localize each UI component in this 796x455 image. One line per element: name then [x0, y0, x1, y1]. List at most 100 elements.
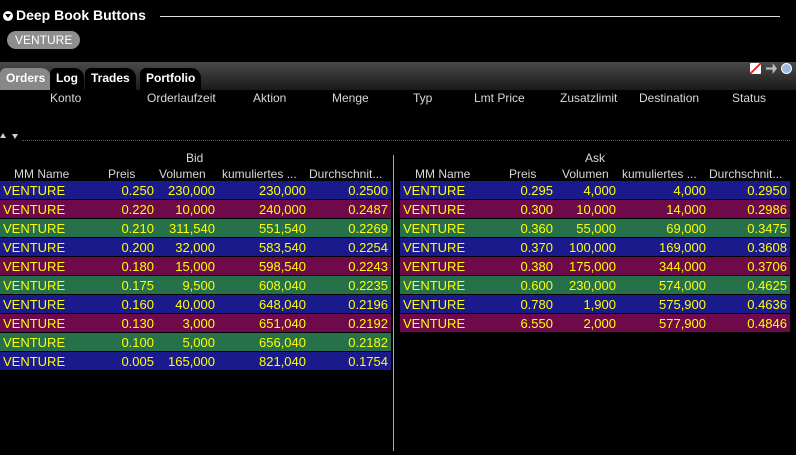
- bid-col-price[interactable]: Preis: [108, 167, 135, 181]
- bid-cell-mm-name: VENTURE: [3, 354, 66, 369]
- col-typ[interactable]: Typ: [413, 91, 432, 105]
- ask-row[interactable]: VENTURE 0.295 4,000 4,000 0.2950: [400, 181, 790, 200]
- bid-cell-volume: 3,000: [182, 316, 215, 331]
- bid-cell-cumulative: 656,040: [259, 335, 306, 350]
- bid-cell-average: 0.2254: [348, 240, 388, 255]
- ask-col-volume[interactable]: Volumen: [562, 167, 609, 181]
- bid-cell-volume: 230,000: [168, 183, 215, 198]
- ask-col-price[interactable]: Preis: [509, 167, 536, 181]
- bid-cell-cumulative: 651,040: [259, 316, 306, 331]
- bid-cell-volume: 5,000: [182, 335, 215, 350]
- ask-cell-cumulative: 344,000: [659, 259, 706, 274]
- help-icon[interactable]: [781, 63, 792, 74]
- bid-cell-price: 0.250: [121, 183, 154, 198]
- bid-col-mm[interactable]: MM Name: [14, 167, 69, 181]
- sort-down-icon[interactable]: [12, 134, 18, 139]
- book-divider[interactable]: [393, 155, 394, 451]
- ask-row[interactable]: VENTURE 0.300 10,000 14,000 0.2986: [400, 200, 790, 219]
- ask-book: VENTURE 0.295 4,000 4,000 0.2950 VENTURE 0.300…: [400, 181, 790, 333]
- bid-cell-cumulative: 230,000: [259, 183, 306, 198]
- ask-cell-price: 0.370: [520, 240, 553, 255]
- bid-cell-average: 0.2182: [348, 335, 388, 350]
- ask-cell-volume: 55,000: [576, 221, 616, 236]
- bid-cell-mm-name: VENTURE: [3, 278, 66, 293]
- ask-cell-cumulative: 4,000: [673, 183, 706, 198]
- col-destination[interactable]: Destination: [639, 91, 699, 105]
- bid-row[interactable]: VENTURE 0.210 311,540 551,540 0.2269: [0, 219, 391, 238]
- clear-icon[interactable]: [750, 63, 761, 74]
- bid-col-avg[interactable]: Durchschnit...: [309, 167, 382, 181]
- ask-row[interactable]: VENTURE 0.600 230,000 574,000 0.4625: [400, 276, 790, 295]
- ask-row[interactable]: VENTURE 0.380 175,000 344,000 0.3706: [400, 257, 790, 276]
- bid-cell-volume: 15,000: [175, 259, 215, 274]
- ask-cell-volume: 230,000: [569, 278, 616, 293]
- tab-portfolio[interactable]: Portfolio: [140, 68, 202, 90]
- ask-cell-average: 0.2950: [747, 183, 787, 198]
- bid-col-cum[interactable]: kumuliertes ...: [222, 167, 297, 181]
- ask-cell-mm-name: VENTURE: [403, 221, 466, 236]
- bid-cell-cumulative: 608,040: [259, 278, 306, 293]
- ask-cell-price: 0.780: [520, 297, 553, 312]
- ask-row[interactable]: VENTURE 6.550 2,000 577,900 0.4846: [400, 314, 790, 333]
- bid-cell-average: 0.2235: [348, 278, 388, 293]
- title-rule: [160, 16, 780, 17]
- bid-cell-mm-name: VENTURE: [3, 221, 66, 236]
- ask-col-mm[interactable]: MM Name: [415, 167, 470, 181]
- col-aktion[interactable]: Aktion: [253, 91, 286, 105]
- bid-cell-volume: 165,000: [168, 354, 215, 369]
- ask-cell-mm-name: VENTURE: [403, 297, 466, 312]
- ask-row[interactable]: VENTURE 0.780 1,900 575,900 0.4636: [400, 295, 790, 314]
- ask-cell-cumulative: 14,000: [666, 202, 706, 217]
- symbol-button[interactable]: VENTURE: [7, 31, 81, 49]
- bid-row[interactable]: VENTURE 0.200 32,000 583,540 0.2254: [0, 238, 391, 257]
- ask-col-avg[interactable]: Durchschnit...: [709, 167, 782, 181]
- bid-row[interactable]: VENTURE 0.180 15,000 598,540 0.2243: [0, 257, 391, 276]
- bid-row[interactable]: VENTURE 0.175 9,500 608,040 0.2235: [0, 276, 391, 295]
- sort-up-icon[interactable]: [0, 133, 6, 138]
- bid-cell-price: 0.180: [121, 259, 154, 274]
- ask-cell-volume: 1,900: [583, 297, 616, 312]
- bid-row[interactable]: VENTURE 0.130 3,000 651,040 0.2192: [0, 314, 391, 333]
- bid-row[interactable]: VENTURE 0.220 10,000 240,000 0.2487: [0, 200, 391, 219]
- ask-cell-mm-name: VENTURE: [403, 316, 466, 331]
- ask-cell-price: 0.300: [520, 202, 553, 217]
- ask-cell-average: 0.4636: [747, 297, 787, 312]
- ask-cell-price: 0.380: [520, 259, 553, 274]
- bid-cell-average: 0.2269: [348, 221, 388, 236]
- bid-row[interactable]: VENTURE 0.100 5,000 656,040 0.2182: [0, 333, 391, 352]
- bid-cell-cumulative: 648,040: [259, 297, 306, 312]
- col-status[interactable]: Status: [732, 91, 766, 105]
- splitter[interactable]: [22, 140, 790, 141]
- ask-cell-average: 0.4625: [747, 278, 787, 293]
- ask-cell-cumulative: 169,000: [659, 240, 706, 255]
- col-lmt-price[interactable]: Lmt Price: [474, 91, 525, 105]
- tab-bar: Orders Log Trades Portfolio: [0, 62, 796, 90]
- col-konto[interactable]: Konto: [50, 91, 81, 105]
- tab-trades[interactable]: Trades: [85, 68, 136, 90]
- ask-cell-volume: 2,000: [583, 316, 616, 331]
- bid-cell-mm-name: VENTURE: [3, 316, 66, 331]
- bid-cell-price: 0.130: [121, 316, 154, 331]
- bid-cell-mm-name: VENTURE: [3, 240, 66, 255]
- ask-cell-cumulative: 574,000: [659, 278, 706, 293]
- tab-orders[interactable]: Orders: [0, 68, 52, 90]
- bid-cell-cumulative: 240,000: [259, 202, 306, 217]
- bid-row[interactable]: VENTURE 0.250 230,000 230,000 0.2500: [0, 181, 391, 200]
- bid-row[interactable]: VENTURE 0.005 165,000 821,040 0.1754: [0, 352, 391, 371]
- ask-row[interactable]: VENTURE 0.360 55,000 69,000 0.3475: [400, 219, 790, 238]
- ask-cell-cumulative: 575,900: [659, 297, 706, 312]
- bid-row[interactable]: VENTURE 0.160 40,000 648,040 0.2196: [0, 295, 391, 314]
- bid-title: Bid: [186, 151, 204, 165]
- ask-row[interactable]: VENTURE 0.370 100,000 169,000 0.3608: [400, 238, 790, 257]
- col-zusatzlimit[interactable]: Zusatzlimit: [560, 91, 617, 105]
- ask-cell-cumulative: 69,000: [666, 221, 706, 236]
- collapse-icon[interactable]: [3, 11, 13, 21]
- ask-cell-mm-name: VENTURE: [403, 240, 466, 255]
- ask-col-cum[interactable]: kumuliertes ...: [622, 167, 697, 181]
- bid-col-volume[interactable]: Volumen: [159, 167, 206, 181]
- tab-log[interactable]: Log: [50, 68, 84, 90]
- col-menge[interactable]: Menge: [332, 91, 369, 105]
- bid-cell-mm-name: VENTURE: [3, 183, 66, 198]
- col-orderlaufzeit[interactable]: Orderlaufzeit: [147, 91, 216, 105]
- bid-cell-cumulative: 821,040: [259, 354, 306, 369]
